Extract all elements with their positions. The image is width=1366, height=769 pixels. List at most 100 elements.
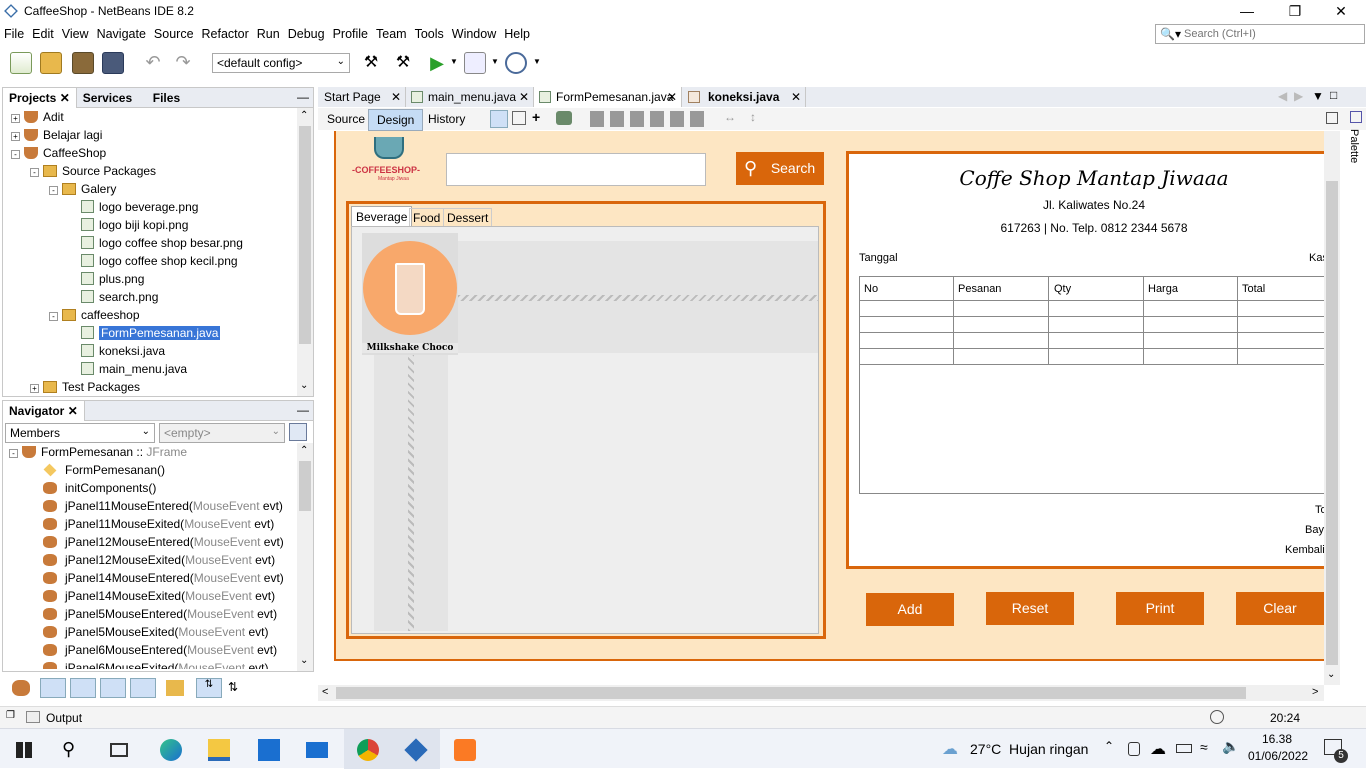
menu-refactor[interactable]: Refactor — [198, 24, 253, 41]
tree-item[interactable]: - Galery — [49, 180, 116, 198]
show-opened-documents-icon[interactable]: ▼ — [1312, 89, 1324, 103]
tab-beverage[interactable]: Beverage — [351, 206, 413, 227]
run-icon[interactable]: ▶ — [426, 52, 448, 74]
col-qty[interactable]: Qty — [1054, 283, 1071, 295]
navigator-member[interactable]: jPanel14MouseExited(MouseEvent evt) — [43, 587, 275, 605]
navigator-member[interactable]: jPanel5MouseExited(MouseEvent evt) — [43, 623, 268, 641]
navigator-member[interactable]: jPanel12MouseExited(MouseEvent evt) — [43, 551, 275, 569]
members-select[interactable]: Members ⌄ — [5, 423, 155, 443]
menu-profile[interactable]: Profile — [329, 24, 372, 41]
build-hammer-icon[interactable]: ⚒ — [360, 52, 382, 74]
ide-search-box[interactable]: 🔍▾ — [1155, 24, 1365, 44]
scroll-down-icon[interactable]: ⌄ — [1327, 669, 1335, 680]
profile-icon[interactable] — [505, 52, 527, 74]
debug-icon[interactable] — [464, 52, 486, 74]
scroll-up-icon[interactable]: ⌃ — [300, 110, 308, 121]
expand-icon[interactable]: + — [30, 384, 39, 393]
navigator-member[interactable]: jPanel12MouseEntered(MouseEvent evt) — [43, 533, 284, 551]
add-icon[interactable]: + — [532, 109, 540, 125]
navigator-member[interactable]: FormPemesanan() — [43, 461, 165, 479]
output-tab[interactable]: Output — [46, 711, 82, 725]
search-icon[interactable]: ⚲ — [62, 739, 84, 761]
navigator-filter-icon[interactable] — [289, 423, 307, 441]
meet-now-icon[interactable] — [1128, 742, 1140, 756]
product-card[interactable]: Milkshake Choco — [362, 233, 458, 355]
minimize-panel-icon[interactable]: — — [297, 403, 309, 417]
windows-start-icon[interactable] — [16, 742, 32, 758]
show-hidden-icons-icon[interactable]: ⌃ — [1104, 739, 1114, 753]
expand-icon[interactable]: + — [11, 114, 20, 123]
inner-classes-filter-icon[interactable] — [130, 678, 156, 698]
tree-item[interactable]: + Test Packages — [30, 378, 140, 396]
col-harga[interactable]: Harga — [1148, 283, 1178, 295]
col-pesanan[interactable]: Pesanan — [958, 283, 1001, 295]
tree-item[interactable]: logo coffee shop kecil.png — [68, 252, 238, 270]
wifi-icon[interactable]: ≈ — [1200, 739, 1208, 755]
preview-design-icon[interactable] — [556, 111, 572, 125]
static-filter-icon[interactable] — [70, 678, 96, 698]
menu-edit[interactable]: Edit — [28, 24, 58, 41]
edge-browser-icon[interactable] — [160, 739, 182, 761]
open-project-icon[interactable] — [72, 52, 94, 74]
expand-icon[interactable]: + — [11, 132, 20, 141]
onedrive-icon[interactable]: ☁ — [1150, 739, 1166, 759]
tab-projects[interactable]: Projects ✕ — [3, 88, 77, 108]
reset-button[interactable]: Reset — [986, 592, 1074, 625]
volume-icon[interactable]: 🔈 — [1222, 738, 1239, 755]
sort-by-name-icon[interactable]: ⇅ — [196, 678, 222, 698]
debug-dropdown-icon[interactable]: ▼ — [491, 57, 499, 66]
taskbar-netbeans-app[interactable] — [392, 729, 440, 769]
table-row[interactable] — [860, 317, 1324, 333]
clear-button[interactable]: Clear — [1236, 592, 1324, 625]
menu-source[interactable]: Source — [150, 24, 198, 41]
project-tree-scrollbar[interactable]: ⌃ ⌄ — [297, 108, 313, 396]
restore-window-icon[interactable]: ❐ — [6, 710, 15, 721]
scroll-down-icon[interactable]: ⌄ — [300, 380, 308, 391]
empty-select[interactable]: <empty> ⌄ — [159, 423, 285, 443]
xampp-icon[interactable] — [454, 739, 476, 761]
scroll-up-icon[interactable]: ⌃ — [300, 445, 308, 456]
menu-debug[interactable]: Debug — [284, 24, 329, 41]
tree-item[interactable]: search.png — [68, 288, 158, 306]
collapse-icon[interactable]: - — [30, 168, 39, 177]
minimize-panel-icon[interactable]: — — [297, 90, 309, 104]
ide-search-input[interactable] — [1184, 26, 1362, 42]
mail-icon[interactable] — [306, 742, 328, 758]
scrollbar-thumb[interactable] — [299, 126, 311, 344]
fqn-filter-icon[interactable] — [166, 680, 184, 696]
form-frame[interactable]: -COFFEESHOP- Mantap Jiwaa ⚲ Search Bever… — [334, 131, 1324, 661]
fields-filter-icon[interactable] — [40, 678, 66, 698]
inherited-members-icon[interactable] — [12, 680, 30, 696]
navigator-member[interactable]: jPanel11MouseExited(MouseEvent evt) — [43, 515, 274, 533]
scroll-tabs-right-icon[interactable]: ▶ — [1294, 89, 1303, 103]
tree-item[interactable]: + Adit — [11, 108, 64, 126]
tree-item[interactable]: koneksi.java — [68, 342, 165, 360]
design-mode-button[interactable]: Design — [368, 109, 424, 131]
config-select[interactable]: <default config> ⌄ — [212, 53, 350, 73]
menu-file[interactable]: File — [0, 24, 28, 41]
menu-view[interactable]: View — [58, 24, 93, 41]
navigator-member[interactable]: jPanel5MouseEntered(MouseEvent evt) — [43, 605, 277, 623]
undo-icon[interactable]: ↶ — [142, 52, 164, 74]
maximize-window-icon[interactable]: □ — [1330, 88, 1337, 102]
close-icon[interactable]: ✕ — [60, 91, 70, 105]
navigator-member[interactable]: jPanel6MouseExited(MouseEvent evt) — [43, 659, 268, 669]
clock-date[interactable]: 01/06/2022 — [1248, 749, 1308, 763]
tab-files[interactable]: Files — [147, 88, 186, 108]
tree-item[interactable]: + Belajar lagi — [11, 126, 102, 144]
scrollbar-thumb[interactable] — [1326, 181, 1338, 665]
tree-item[interactable]: FormPemesanan.java — [68, 324, 221, 342]
close-button[interactable]: ✕ — [1318, 0, 1364, 22]
tab-services[interactable]: Services — [77, 88, 147, 108]
sort-by-source-icon[interactable]: ⇅ — [228, 680, 238, 694]
tree-item[interactable]: plus.png — [68, 270, 144, 288]
tree-item[interactable]: logo beverage.png — [68, 198, 198, 216]
maximize-button[interactable]: ❐ — [1272, 0, 1318, 22]
tab-dessert[interactable]: Dessert — [443, 208, 493, 228]
close-icon[interactable]: ✕ — [68, 404, 78, 418]
tab-navigator[interactable]: Navigator ✕ — [3, 401, 85, 421]
align-icons[interactable] — [590, 111, 710, 127]
collapse-icon[interactable]: - — [49, 186, 58, 195]
resize-horizontal-icon[interactable]: ↔ — [724, 110, 736, 124]
profile-dropdown-icon[interactable]: ▼ — [533, 57, 541, 66]
